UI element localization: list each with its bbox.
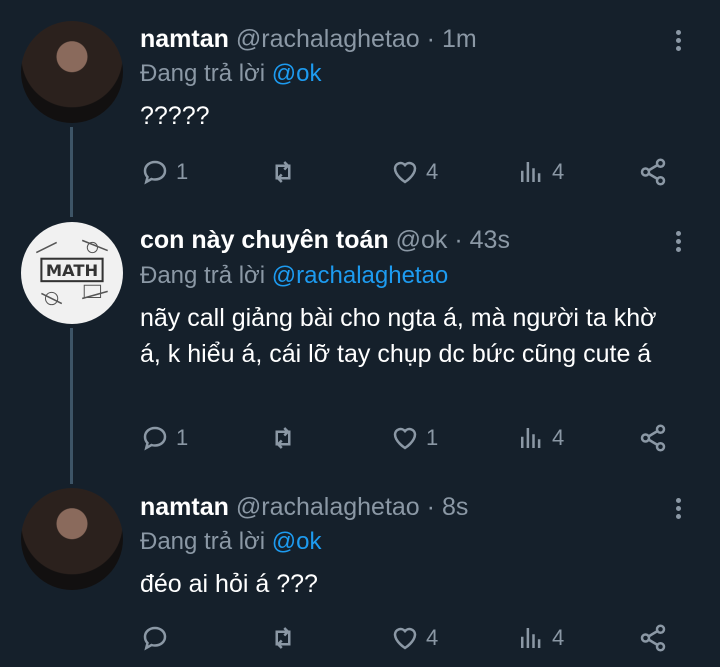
view-count: 4 bbox=[552, 625, 565, 650]
like-icon bbox=[393, 627, 417, 650]
tweet-header: namtan @rachalaghetao · 8s bbox=[140, 493, 468, 522]
separator: · bbox=[426, 493, 435, 521]
reply-button[interactable] bbox=[140, 621, 176, 655]
reply-icon bbox=[143, 626, 167, 651]
reply-mention[interactable]: @ok bbox=[272, 528, 322, 555]
share-button[interactable] bbox=[638, 621, 668, 655]
user-handle[interactable]: @rachalaghetao bbox=[236, 493, 420, 521]
tweet[interactable]: namtan @rachalaghetao · 8s Đang trả lời … bbox=[0, 0, 720, 667]
share-icon bbox=[640, 624, 666, 652]
like-count: 4 bbox=[426, 625, 439, 650]
display-name[interactable]: namtan bbox=[140, 493, 229, 521]
retweet-button[interactable] bbox=[268, 621, 304, 655]
replying-prefix: Đang trả lời bbox=[140, 528, 266, 555]
views-icon bbox=[521, 628, 541, 648]
timestamp[interactable]: 8s bbox=[442, 493, 468, 521]
like-button[interactable]: 4 bbox=[390, 621, 438, 655]
tweet-text: đéo ai hỏi á ??? bbox=[140, 570, 318, 598]
more-options-icon[interactable] bbox=[676, 495, 684, 522]
retweet-icon bbox=[275, 627, 291, 649]
replying-to: Đang trả lời @ok bbox=[140, 528, 322, 556]
views-button[interactable]: 4 bbox=[516, 621, 564, 655]
avatar[interactable] bbox=[21, 488, 123, 590]
tweet-actions: 4 4 bbox=[140, 621, 680, 655]
